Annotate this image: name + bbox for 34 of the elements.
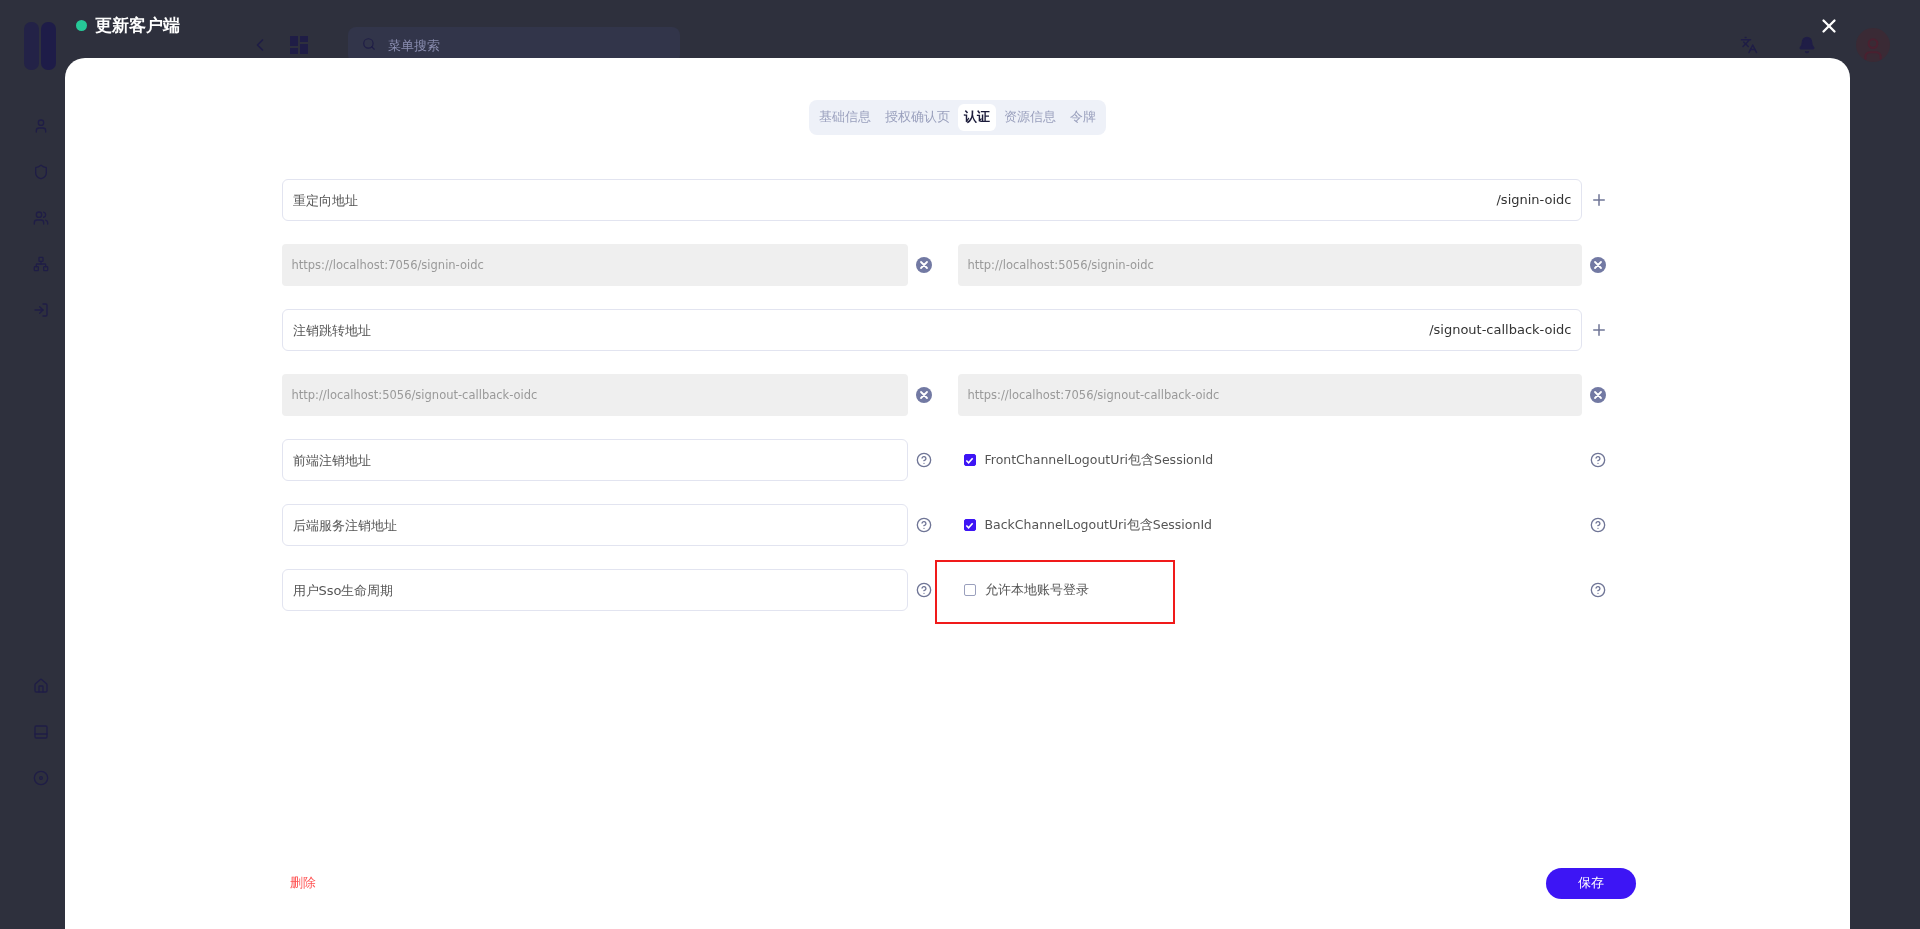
help-icon[interactable] — [915, 452, 932, 468]
help-icon[interactable] — [915, 582, 932, 598]
clear-icon[interactable] — [1589, 257, 1606, 273]
clear-icon[interactable] — [1589, 387, 1606, 403]
tab[interactable]: 基础信息 — [813, 104, 877, 131]
save-button[interactable]: 保存 — [1545, 868, 1636, 899]
delete-link[interactable]: 删除 — [281, 875, 316, 892]
dialog-title: 更新客户端 — [95, 14, 180, 37]
checkbox-label: 允许本地账号登录 — [984, 581, 1089, 599]
uri-suffix: /signin-oidc — [1496, 192, 1572, 207]
help-icon[interactable] — [1589, 582, 1606, 598]
uri-suffix: /signout-callback-oidc — [1429, 322, 1572, 337]
checkbox-label: FrontChannelLogoutUri包含SessionId — [984, 451, 1214, 469]
tab[interactable]: 令牌 — [1064, 104, 1102, 131]
uri-chip: http://localhost:5056/signin-oidc — [957, 244, 1582, 286]
tab[interactable]: 资源信息 — [998, 104, 1062, 131]
clear-icon[interactable] — [915, 387, 932, 403]
text-field[interactable]: 用户Sso生命周期 — [281, 569, 908, 611]
help-icon[interactable] — [1589, 452, 1606, 468]
clear-icon[interactable] — [915, 257, 932, 273]
checkbox[interactable] — [963, 584, 976, 596]
uri-chip: https://localhost:7056/signin-oidc — [281, 244, 908, 286]
tab[interactable]: 认证 — [958, 104, 996, 131]
tab[interactable]: 授权确认页 — [879, 104, 956, 131]
uri-chip: https://localhost:7056/signout-callback-oidc — [957, 374, 1582, 416]
uri-chip: http://localhost:5056/signout-callback-oidc — [281, 374, 908, 416]
text-field[interactable]: 前端注销地址 — [281, 439, 908, 481]
help-icon[interactable] — [1589, 517, 1606, 533]
checkbox-label: BackChannelLogoutUri包含SessionId — [984, 516, 1213, 534]
checkbox[interactable] — [963, 454, 976, 466]
checkbox[interactable] — [963, 519, 976, 531]
help-icon[interactable] — [915, 517, 932, 533]
text-field[interactable]: 后端服务注销地址 — [281, 504, 908, 546]
status-dot — [76, 20, 87, 31]
